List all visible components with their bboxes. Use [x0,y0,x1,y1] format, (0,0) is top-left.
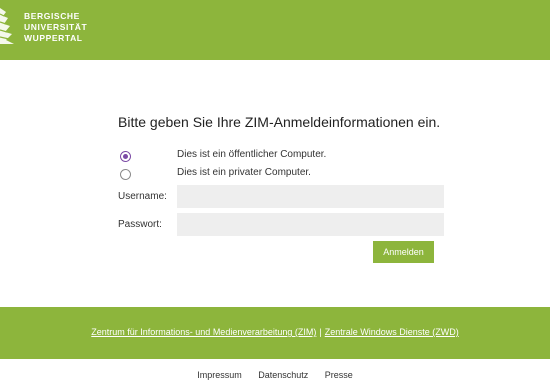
footer-separator: | [319,327,322,337]
university-logo-text: BERGISCHE UNIVERSITÄT WUPPERTAL [24,11,87,44]
radio-public[interactable] [120,151,131,162]
bottom-nav: Impressum Datenschutz Presse [0,370,550,380]
form-title: Bitte geben Sie Ihre ZIM-Anmeldeinformat… [118,114,441,130]
password-field[interactable] [177,213,444,236]
presse-link[interactable]: Presse [325,370,353,380]
header-bar: BERGISCHE UNIVERSITÄT WUPPERTAL [0,0,550,60]
username-field[interactable] [177,185,444,208]
radio-private[interactable] [120,169,131,180]
username-label: Username: [118,191,167,202]
footer-band: Zentrum für Informations- und Medienvera… [0,307,550,359]
logo-line-2: UNIVERSITÄT [24,22,88,32]
zwd-link[interactable]: Zentrale Windows Dienste (ZWD) [325,327,459,337]
zim-link[interactable]: Zentrum für Informations- und Medienvera… [91,327,316,337]
radio-private-label[interactable]: Dies ist ein privater Computer. [177,167,311,178]
password-label: Passwort: [118,219,162,230]
radio-public-label[interactable]: Dies ist ein öffentlicher Computer. [177,149,326,160]
datenschutz-link[interactable]: Datenschutz [258,370,308,380]
logo-line-3: WUPPERTAL [24,33,83,43]
impressum-link[interactable]: Impressum [197,370,242,380]
university-crest-icon [0,8,14,44]
login-button[interactable]: Anmelden [373,241,434,263]
logo-line-1: BERGISCHE [24,11,80,21]
footer-links: Zentrum für Informations- und Medienvera… [0,327,550,337]
